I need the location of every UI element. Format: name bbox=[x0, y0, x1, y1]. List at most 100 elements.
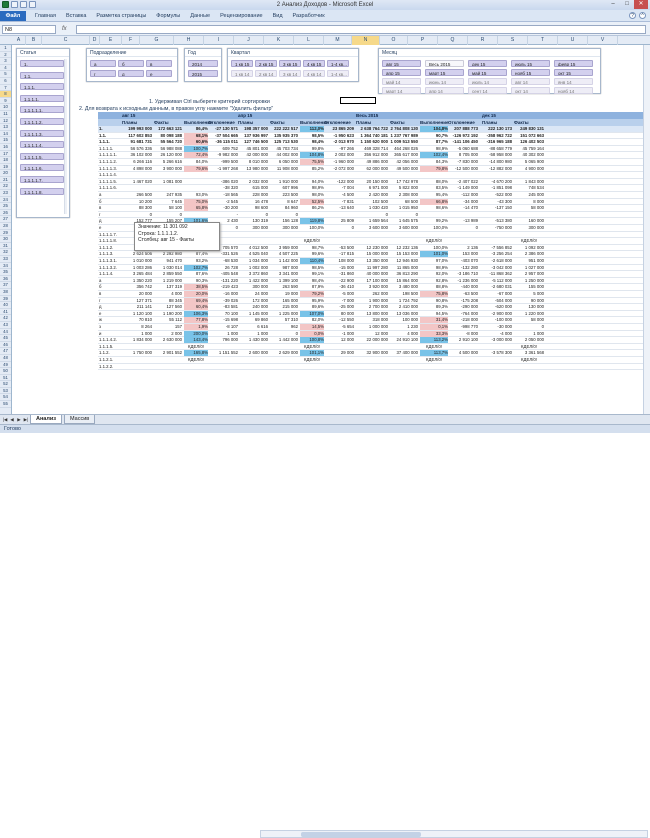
pivot-cell[interactable]: 0 bbox=[324, 225, 354, 231]
pivot-cell[interactable]: 65,8% bbox=[184, 205, 208, 212]
pivot-cell[interactable]: -998 770 bbox=[448, 324, 478, 330]
pivot-cell[interactable]: 172 663 121 bbox=[154, 126, 182, 132]
column-header[interactable]: M bbox=[324, 36, 352, 45]
pivot-cell[interactable]: 24 910 100 bbox=[390, 337, 418, 343]
pivot-cell[interactable]: -88 658 779 bbox=[482, 146, 512, 152]
pivot-cell[interactable]: -12 500 000 bbox=[448, 166, 478, 172]
pivot-cell[interactable]: 58 000 bbox=[514, 317, 544, 323]
pivot-cell[interactable]: -1 000 bbox=[324, 331, 354, 337]
pivot-cell[interactable]: 98,9% bbox=[420, 146, 448, 152]
pivot-cell[interactable]: -386 020 bbox=[208, 179, 238, 185]
pivot-cell[interactable]: 987 000 bbox=[270, 265, 298, 271]
pivot-cell[interactable]: КДЕЛ/0! bbox=[514, 357, 544, 363]
row-header[interactable]: 14 bbox=[0, 131, 11, 138]
pivot-cell[interactable]: 1 092 000 bbox=[514, 245, 544, 251]
pivot-cell[interactable]: 75,5% bbox=[300, 159, 324, 165]
pivot-row[interactable]: 1.1.1. 91 681 731 55 564 720 60,6% -36 115 0… bbox=[98, 139, 650, 146]
row-header[interactable]: 27 bbox=[0, 216, 11, 224]
pivot-cell[interactable]: 84,0% bbox=[184, 159, 208, 165]
pivot-cell[interactable]: 37 400 000 bbox=[390, 350, 418, 356]
pivot-cell[interactable]: 1 145 000 bbox=[238, 311, 268, 317]
pivot-cell[interactable]: 1 225 000 bbox=[270, 311, 298, 317]
row-header[interactable]: 49 bbox=[0, 362, 11, 369]
row-header[interactable]: 4 bbox=[0, 65, 11, 72]
ribbon-tab[interactable]: Вставка bbox=[61, 12, 91, 21]
pivot-cell[interactable]: -2 900 000 bbox=[482, 311, 512, 317]
pivot-cell[interactable]: 300 000 bbox=[238, 284, 268, 290]
pivot-cell[interactable]: 3 920 000 bbox=[356, 284, 388, 290]
pivot-cell[interactable]: -3 186 710 bbox=[448, 271, 478, 277]
pivot-cell[interactable]: 160 000 bbox=[514, 218, 544, 224]
ribbon-collapse-icon[interactable]: ^ bbox=[639, 12, 646, 19]
slicer-item[interactable]: 2015 bbox=[188, 70, 218, 77]
ribbon-tab[interactable]: Разметка страницы bbox=[91, 12, 151, 21]
selected-cell[interactable] bbox=[340, 97, 376, 104]
column-header[interactable]: V bbox=[588, 36, 618, 45]
pivot-cell[interactable]: -750 000 bbox=[482, 225, 512, 231]
pivot-cell[interactable]: 98,6% bbox=[420, 205, 448, 211]
pivot-cell[interactable]: 90 000 bbox=[514, 298, 544, 304]
pivot-row[interactable]: 1.1.1.5. КДЕЛ/0! КДЕЛ/0! КДЕЛ/0! КДЕЛ/0! bbox=[98, 344, 650, 351]
pivot-cell[interactable]: 199 993 000 bbox=[122, 126, 152, 132]
pivot-cell[interactable]: 1 000 bbox=[122, 331, 152, 337]
slicer-item[interactable]: окт 14 bbox=[511, 87, 550, 94]
pivot-cell[interactable]: 4 500 000 bbox=[448, 350, 478, 356]
pivot-cell[interactable]: 91 681 731 bbox=[122, 139, 152, 145]
row-header[interactable]: 35 bbox=[0, 269, 11, 276]
pivot-cell[interactable]: -331 526 bbox=[208, 251, 238, 257]
row-header[interactable]: 9 bbox=[0, 98, 11, 105]
column-header[interactable]: O bbox=[380, 36, 408, 45]
pivot-cell[interactable]: 4 012 500 bbox=[238, 245, 268, 251]
pivot-cell[interactable]: 15 000 000 bbox=[356, 251, 388, 257]
row-header[interactable]: 33 bbox=[0, 256, 11, 263]
pivot-cell[interactable]: -132 280 bbox=[448, 265, 478, 271]
pivot-cell[interactable]: 112,0% bbox=[300, 126, 324, 132]
pivot-cell[interactable]: -22 900 bbox=[324, 278, 354, 284]
column-header[interactable]: G bbox=[140, 36, 174, 45]
pivot-cell[interactable]: -68 530 bbox=[208, 258, 238, 264]
pivot-cell[interactable]: 33,3% bbox=[420, 330, 448, 337]
row-header[interactable]: 7 bbox=[0, 85, 11, 92]
pivot-cell[interactable]: -83 581 bbox=[208, 304, 238, 310]
pivot-cell[interactable]: 1 230 bbox=[390, 324, 418, 330]
pivot-cell[interactable]: 11 908 000 bbox=[270, 166, 298, 172]
pivot-cell[interactable]: КДЕЛ/0! bbox=[300, 238, 324, 244]
pivot-row[interactable]: з8 264 157 1,9% -8 107 6 616 962 14,5% -5 654 1 … bbox=[98, 324, 650, 331]
row-header[interactable]: 51 bbox=[0, 375, 11, 382]
pivot-cell[interactable]: -12 550 bbox=[324, 317, 354, 323]
pivot-cell[interactable]: - bbox=[208, 212, 238, 218]
pivot-cell[interactable]: 0 bbox=[154, 212, 182, 218]
column-header[interactable]: F bbox=[122, 36, 140, 45]
pivot-cell[interactable]: 24 000 bbox=[238, 291, 268, 297]
row-header[interactable]: 48 bbox=[0, 355, 11, 362]
column-header[interactable]: S bbox=[498, 36, 528, 45]
pivot-cell[interactable]: КДЕЛ/0! bbox=[184, 344, 208, 350]
pivot-cell[interactable]: -112 000 bbox=[448, 192, 478, 198]
pivot-cell[interactable]: 4 898 000 bbox=[122, 166, 152, 172]
row-header[interactable]: 16 bbox=[0, 144, 11, 151]
pivot-cell[interactable]: 135 935 370 bbox=[270, 133, 298, 139]
pivot-cell[interactable]: 6 050 000 bbox=[270, 159, 298, 165]
pivot-cell[interactable]: -7 830 000 bbox=[448, 159, 478, 165]
row-header[interactable]: 19 bbox=[0, 164, 11, 171]
pivot-cell[interactable]: -1 236 000 bbox=[448, 278, 478, 284]
column-header[interactable]: N bbox=[352, 36, 380, 45]
pivot-row[interactable]: 1.1.2. 1 750 000 2 901 552 165,8% 1 151 552 2… bbox=[98, 350, 650, 357]
pivot-row[interactable]: 1.1.1.1.4. bbox=[98, 172, 650, 179]
pivot-cell[interactable]: 1 034 000 bbox=[238, 258, 268, 264]
pivot-cell[interactable]: -358 962 722 bbox=[482, 133, 512, 139]
pivot-cell[interactable]: 156 128 bbox=[270, 218, 298, 224]
pivot-cell[interactable]: 83,5% bbox=[420, 185, 448, 191]
pivot-cell[interactable]: -440 000 bbox=[448, 284, 478, 290]
pivot-cell[interactable]: 1 645 575 bbox=[390, 218, 418, 224]
pivot-cell[interactable]: -25 000 bbox=[324, 304, 354, 310]
pivot-cell[interactable]: -3 042 000 bbox=[482, 265, 512, 271]
row-header[interactable]: 17 bbox=[0, 151, 11, 158]
pivot-cell[interactable]: 1 834 000 bbox=[122, 337, 152, 343]
minimize-button[interactable]: – bbox=[606, 0, 620, 9]
help-icon[interactable]: ? bbox=[629, 12, 636, 19]
pivot-cell[interactable]: 1 364 740 181 bbox=[356, 133, 388, 139]
pivot-cell[interactable]: -13 640 bbox=[324, 205, 354, 211]
pivot-cell[interactable]: 365 617 000 bbox=[390, 152, 418, 158]
row-header[interactable]: 46 bbox=[0, 342, 11, 349]
